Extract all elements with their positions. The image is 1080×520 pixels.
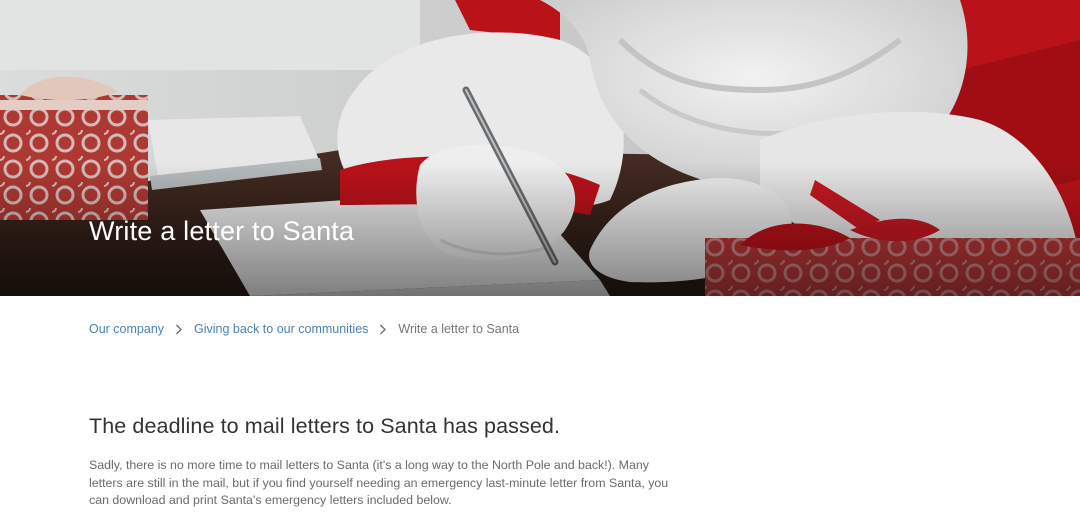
main-content: The deadline to mail letters to Santa ha… <box>89 411 669 510</box>
breadcrumb-item-current: Write a letter to Santa <box>398 322 520 336</box>
deadline-description: Sadly, there is no more time to mail let… <box>89 458 669 507</box>
breadcrumb-item-giving-back[interactable]: Giving back to our communities <box>194 320 368 338</box>
page-title: Write a letter to Santa <box>89 216 355 246</box>
page: Write a letter to Santa Our company Givi… <box>0 0 1080 520</box>
chevron-right-icon <box>164 320 194 338</box>
hero-banner: Write a letter to Santa <box>0 0 1080 296</box>
deadline-heading: The deadline to mail letters to Santa ha… <box>89 414 561 438</box>
breadcrumb: Our company Giving back to our communiti… <box>89 320 519 338</box>
santa-writing-letter-photo <box>0 0 1080 296</box>
breadcrumb-item-our-company[interactable]: Our company <box>89 320 164 338</box>
chevron-right-icon <box>368 320 398 338</box>
